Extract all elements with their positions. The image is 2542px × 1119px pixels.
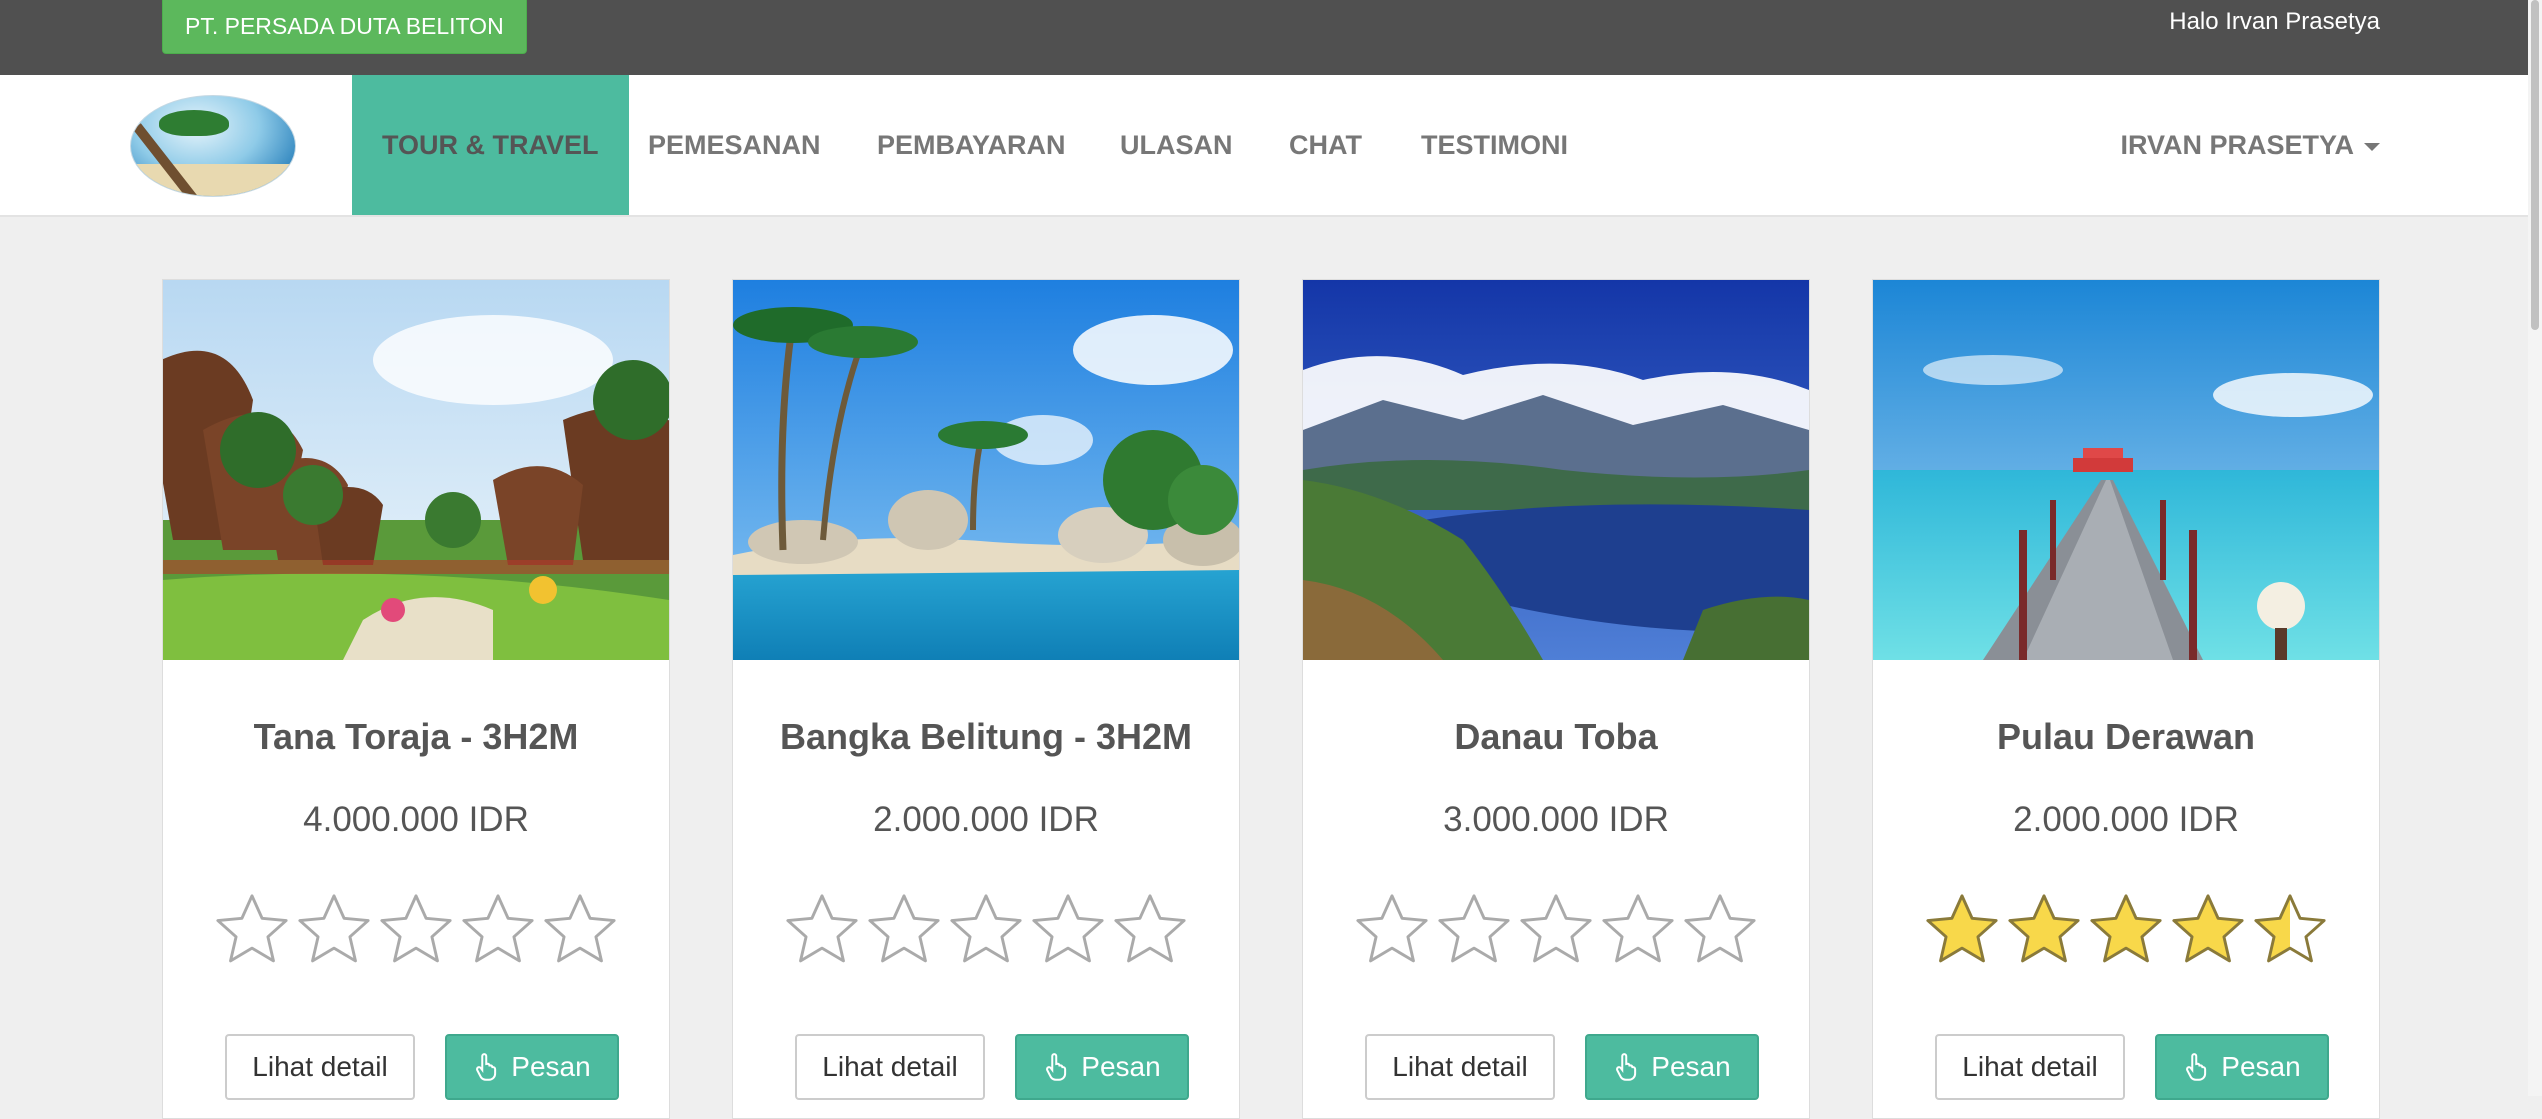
star-icon[interactable]: [1517, 890, 1595, 968]
beach-palm-logo[interactable]: [130, 95, 296, 197]
view-detail-button[interactable]: Lihat detail: [225, 1034, 415, 1100]
user-greeting: Halo Irvan Prasetya: [2169, 8, 2380, 35]
tour-title: Danau Toba: [1454, 716, 1658, 757]
star-icon[interactable]: [2251, 890, 2329, 968]
star-icon[interactable]: [783, 890, 861, 968]
star-icon[interactable]: [947, 890, 1025, 968]
star-icon[interactable]: [1923, 890, 2001, 968]
tour-title: Pulau Derawan: [1996, 716, 2256, 757]
rating-stars[interactable]: [733, 890, 1239, 968]
star-icon[interactable]: [459, 890, 537, 968]
rating-stars[interactable]: [163, 890, 669, 968]
order-label: Pesan: [1081, 1051, 1161, 1082]
tour-title: Bangka Belitung - 3H2M: [779, 716, 1193, 757]
star-icon[interactable]: [295, 890, 373, 968]
user-menu-label: IRVAN PRASETYA: [2120, 130, 2354, 160]
tour-price: 2.000.000 IDR: [2013, 800, 2239, 839]
tour-card: Bangka Belitung - 3H2M 2.000.000 IDR Lih…: [732, 279, 1240, 1119]
caret-down-icon: [2364, 142, 2380, 151]
tour-price: 3.000.000 IDR: [1443, 800, 1669, 839]
tour-price: 2.000.000 IDR: [873, 800, 1099, 839]
tour-image-toba[interactable]: [1303, 280, 1809, 660]
hand-pointer-icon: [476, 1053, 497, 1081]
star-icon[interactable]: [2005, 890, 2083, 968]
order-label: Pesan: [1651, 1051, 1731, 1082]
tour-image-belitung[interactable]: [733, 280, 1239, 660]
star-icon[interactable]: [1029, 890, 1107, 968]
nav-pemesanan[interactable]: PEMESANAN: [648, 75, 821, 215]
star-icon[interactable]: [377, 890, 455, 968]
star-icon[interactable]: [865, 890, 943, 968]
order-button[interactable]: Pesan: [1585, 1034, 1759, 1100]
order-button[interactable]: Pesan: [1015, 1034, 1189, 1100]
tour-card: Danau Toba 3.000.000 IDR Lihat detail Pe…: [1302, 279, 1810, 1119]
tour-price: 4.000.000 IDR: [303, 800, 529, 839]
hand-pointer-icon: [1046, 1053, 1067, 1081]
star-icon[interactable]: [1111, 890, 1189, 968]
star-icon[interactable]: [213, 890, 291, 968]
tour-card: Tana Toraja - 3H2M 4.000.000 IDR Lihat d…: [162, 279, 670, 1119]
star-icon[interactable]: [2169, 890, 2247, 968]
star-icon[interactable]: [1435, 890, 1513, 968]
tour-card: Pulau Derawan 2.000.000 IDR Lihat detail…: [1872, 279, 2380, 1119]
nav-ulasan[interactable]: ULASAN: [1120, 75, 1233, 215]
hand-pointer-icon: [1616, 1053, 1637, 1081]
user-dropdown[interactable]: IRVAN PRASETYA: [2120, 75, 2380, 215]
order-button[interactable]: Pesan: [445, 1034, 619, 1100]
page-scrollbar[interactable]: [2528, 0, 2542, 1096]
view-detail-button[interactable]: Lihat detail: [1365, 1034, 1555, 1100]
rating-stars[interactable]: [1303, 890, 1809, 968]
nav-pembayaran[interactable]: PEMBAYARAN: [877, 75, 1066, 215]
rating-stars[interactable]: [1873, 890, 2379, 968]
star-icon[interactable]: [2087, 890, 2165, 968]
view-detail-button[interactable]: Lihat detail: [795, 1034, 985, 1100]
order-button[interactable]: Pesan: [2155, 1034, 2329, 1100]
order-label: Pesan: [2221, 1051, 2301, 1082]
star-icon[interactable]: [1599, 890, 1677, 968]
tour-image-derawan[interactable]: [1873, 280, 2379, 660]
company-badge[interactable]: PT. PERSADA DUTA BELITON: [162, 0, 527, 54]
scrollbar-thumb[interactable]: [2531, 0, 2539, 330]
star-icon[interactable]: [1353, 890, 1431, 968]
tour-image-toraja[interactable]: [163, 280, 669, 660]
view-detail-button[interactable]: Lihat detail: [1935, 1034, 2125, 1100]
star-icon[interactable]: [541, 890, 619, 968]
nav-chat[interactable]: CHAT: [1289, 75, 1362, 215]
order-label: Pesan: [511, 1051, 591, 1082]
star-icon[interactable]: [1681, 890, 1759, 968]
nav-testimoni[interactable]: TESTIMONI: [1421, 75, 1568, 215]
nav-tour-travel[interactable]: TOUR & TRAVEL: [352, 75, 629, 215]
hand-pointer-icon: [2186, 1053, 2207, 1081]
top-bar: PT. PERSADA DUTA BELITON Halo Irvan Pras…: [0, 0, 2542, 75]
tour-title: Tana Toraja - 3H2M: [253, 716, 579, 757]
